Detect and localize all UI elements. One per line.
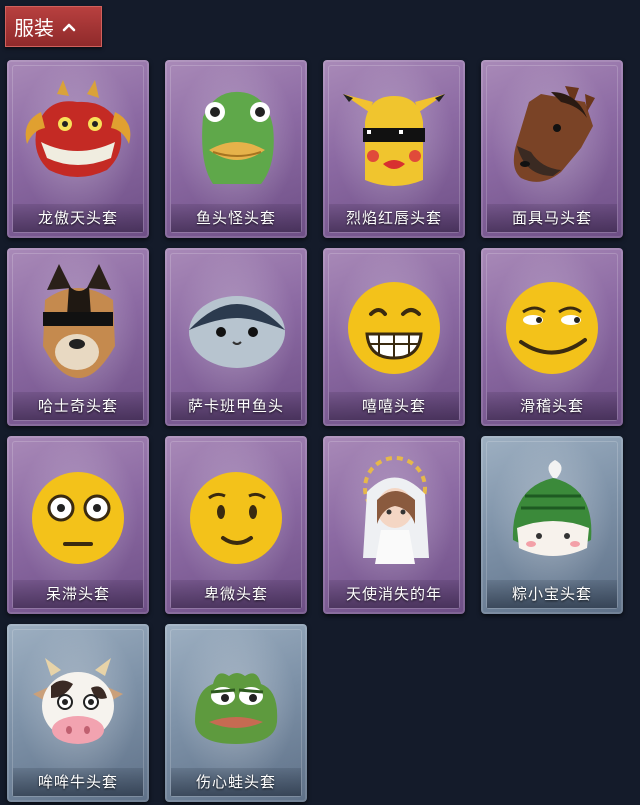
costume-label: 鱼头怪头套	[171, 204, 301, 232]
cow-head-icon	[33, 658, 123, 744]
costume-label: 呆滞头套	[13, 580, 143, 608]
costume-card-humble[interactable]: 卑微头套	[165, 436, 307, 614]
costume-label: 哞哞牛头套	[13, 768, 143, 796]
costume-card-grin[interactable]: 嘻嘻头套	[323, 248, 465, 426]
grin-emoji-icon	[348, 282, 440, 374]
costume-card-sad-frog[interactable]: 伤心蛙头套	[165, 624, 307, 802]
costume-card-pikachu[interactable]: 烈焰红唇头套	[323, 60, 465, 238]
costume-label: 粽小宝头套	[487, 580, 617, 608]
sacabambaspis-icon	[189, 296, 285, 368]
costume-label: 伤心蛙头套	[171, 768, 301, 796]
costume-label: 龙傲天头套	[13, 204, 143, 232]
costume-card-sacabambaspis[interactable]: 萨卡班甲鱼头	[165, 248, 307, 426]
humble-emoji-icon	[190, 472, 282, 564]
costume-label: 哈士奇头套	[13, 392, 143, 420]
costume-card-funny[interactable]: 滑稽头套	[481, 248, 623, 426]
costume-card-dragon[interactable]: 龙傲天头套	[7, 60, 149, 238]
husky-head-icon	[43, 264, 115, 378]
costume-card-zongzi[interactable]: 粽小宝头套	[481, 436, 623, 614]
costume-grid: 龙傲天头套 鱼头怪头套 烈焰红唇头套 面具马头套 哈士奇头套 萨卡班甲鱼头 嘻嘻…	[0, 0, 640, 805]
sad-frog-icon	[195, 673, 278, 744]
costume-card-angel[interactable]: 天使消失的年	[323, 436, 465, 614]
costume-card-horse[interactable]: 面具马头套	[481, 60, 623, 238]
costume-card-cow[interactable]: 哞哞牛头套	[7, 624, 149, 802]
costume-card-dazed[interactable]: 呆滞头套	[7, 436, 149, 614]
costume-label: 烈焰红唇头套	[329, 204, 459, 232]
zongzi-head-icon	[512, 460, 592, 556]
costume-card-fish[interactable]: 鱼头怪头套	[165, 60, 307, 238]
costume-label: 卑微头套	[171, 580, 301, 608]
dazed-emoji-icon	[32, 472, 124, 564]
costume-label: 萨卡班甲鱼头	[171, 392, 301, 420]
dragon-head-icon	[25, 80, 131, 177]
angel-girl-icon	[363, 456, 429, 564]
horse-head-icon	[513, 86, 595, 182]
costume-label: 滑稽头套	[487, 392, 617, 420]
costume-label: 面具马头套	[487, 204, 617, 232]
funny-emoji-icon	[506, 282, 598, 374]
costume-card-husky[interactable]: 哈士奇头套	[7, 248, 149, 426]
costume-label: 天使消失的年	[329, 580, 459, 608]
costume-label: 嘻嘻头套	[329, 392, 459, 420]
fish-head-icon	[202, 91, 274, 184]
pikachu-lips-icon	[343, 94, 445, 186]
